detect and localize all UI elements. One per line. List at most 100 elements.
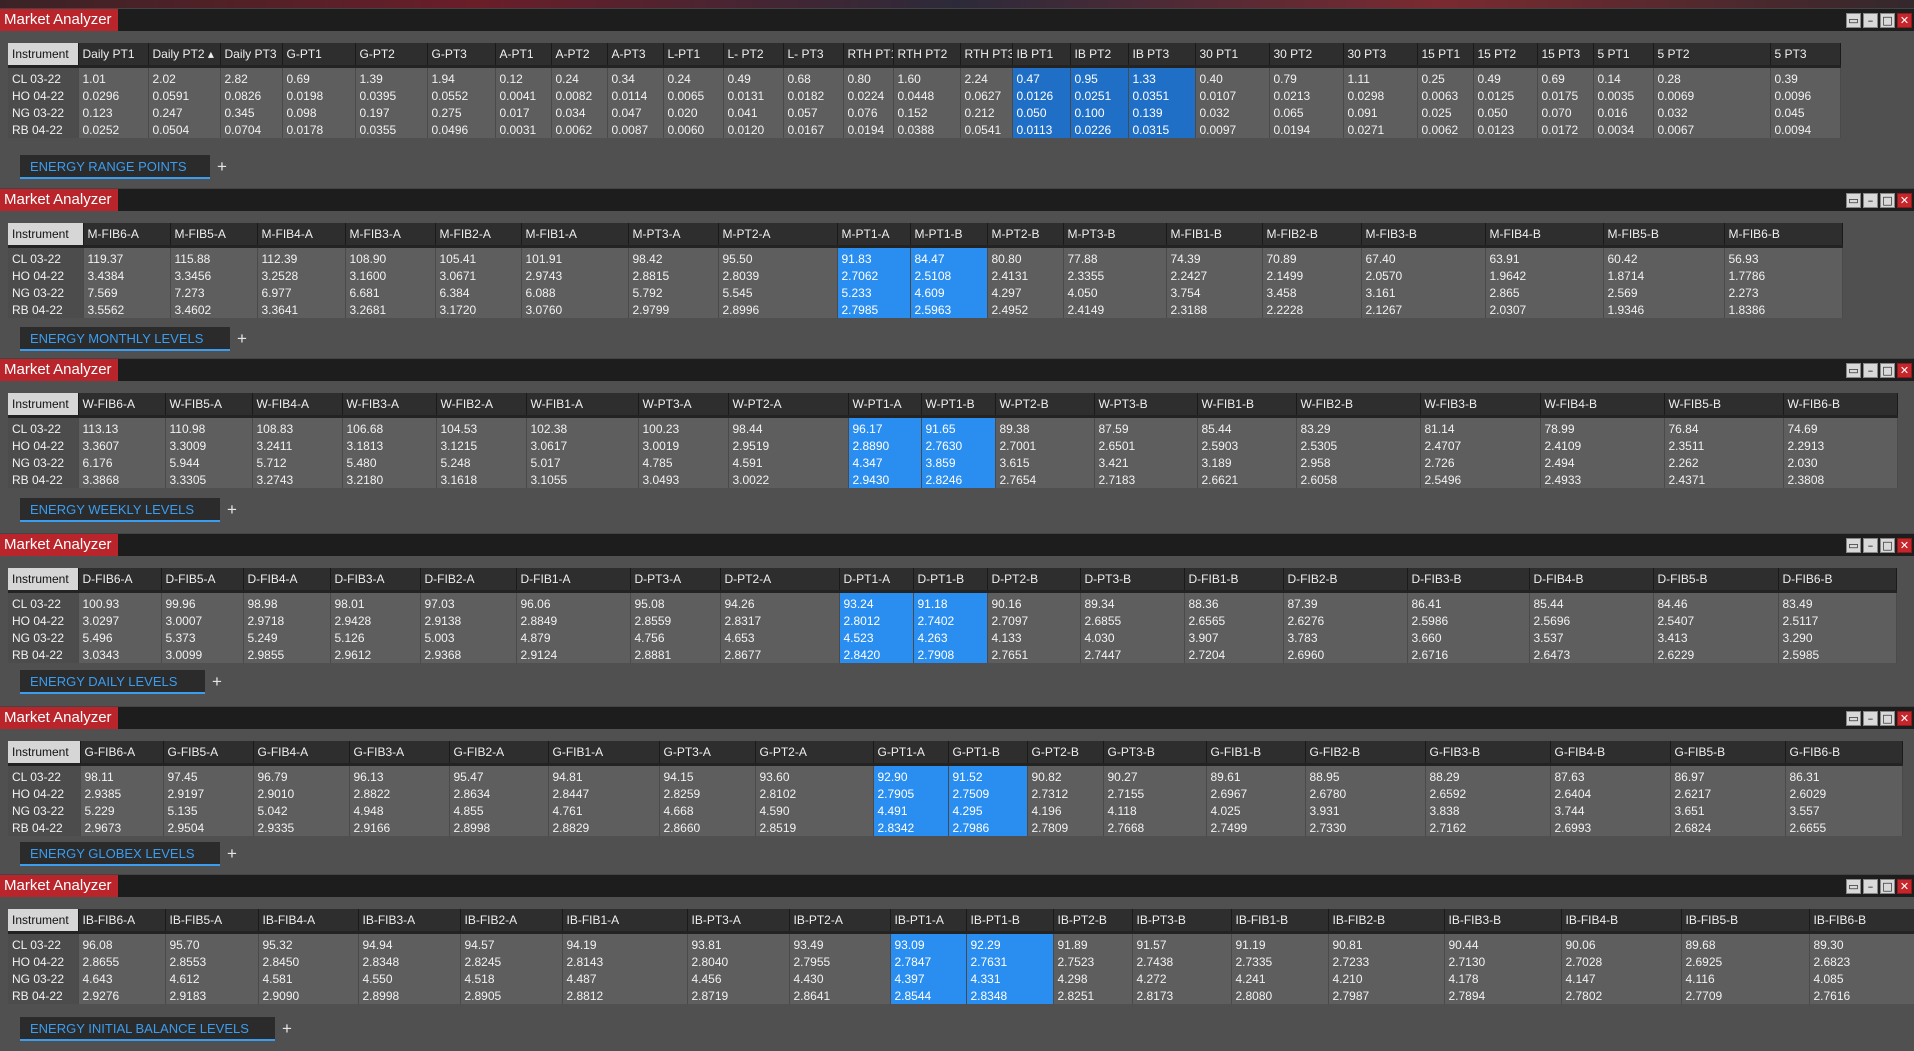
column-header[interactable]: M-FIB5-A	[170, 223, 258, 248]
column-header[interactable]: M-FIB6-B	[1724, 223, 1843, 248]
column-header[interactable]: M-PT1-A	[837, 223, 911, 248]
value-cell[interactable]: 0.057	[783, 104, 844, 121]
column-header[interactable]: D-PT3-B	[1080, 568, 1185, 593]
value-cell[interactable]: 4.550	[358, 970, 461, 987]
value-cell[interactable]: 90.44	[1444, 932, 1562, 953]
column-header[interactable]: G-PT1	[282, 43, 356, 68]
value-cell[interactable]: 3.1215	[436, 437, 527, 454]
value-cell[interactable]: 94.15	[659, 764, 756, 785]
value-cell[interactable]: 6.176	[78, 454, 166, 471]
instrument-cell[interactable]: NG 03-22	[8, 970, 79, 987]
value-cell[interactable]: 0.0178	[282, 121, 356, 138]
value-cell[interactable]: 0.016	[1593, 104, 1654, 121]
value-cell[interactable]: 0.0251	[1070, 87, 1129, 104]
column-header[interactable]: A-PT1	[495, 43, 552, 68]
value-cell[interactable]: 108.90	[345, 246, 436, 267]
window-title-bar[interactable]: Market Analyzer ▭ – □ ✕	[0, 188, 1914, 211]
value-cell[interactable]: 0.0087	[607, 121, 664, 138]
value-cell[interactable]: 4.295	[948, 802, 1028, 819]
column-header[interactable]: W-FIB5-A	[165, 393, 253, 418]
column-header[interactable]: L- PT3	[783, 43, 844, 68]
value-cell[interactable]: 2.6824	[1670, 819, 1786, 836]
value-cell[interactable]: 3.0297	[78, 612, 162, 629]
value-cell[interactable]: 2.3511	[1664, 437, 1784, 454]
value-cell[interactable]: 93.81	[687, 932, 790, 953]
value-cell[interactable]: 0.0271	[1343, 121, 1418, 138]
instrument-cell[interactable]: NG 03-22	[8, 454, 79, 471]
value-cell[interactable]: 3.744	[1550, 802, 1671, 819]
value-cell[interactable]: 2.9166	[349, 819, 450, 836]
value-cell[interactable]: 2.6960	[1283, 646, 1408, 663]
value-cell[interactable]: 2.8102	[755, 785, 874, 802]
value-cell[interactable]: 2.8342	[873, 819, 949, 836]
value-cell[interactable]: 85.44	[1529, 591, 1654, 612]
value-cell[interactable]: 2.9855	[243, 646, 331, 663]
value-cell[interactable]: 2.7955	[789, 953, 891, 970]
value-cell[interactable]: 2.9090	[258, 987, 359, 1004]
value-cell[interactable]: 0.40	[1195, 66, 1270, 87]
column-header[interactable]: IB-FIB5-A	[165, 909, 259, 934]
value-cell[interactable]: 94.94	[358, 932, 461, 953]
value-cell[interactable]: 0.0175	[1537, 87, 1594, 104]
value-cell[interactable]: 89.68	[1681, 932, 1810, 953]
value-cell[interactable]: 2.7631	[966, 953, 1054, 970]
column-header[interactable]: 30 PT2	[1269, 43, 1344, 68]
table-row[interactable]: NG 03-22 4.643 4.612 4.581 4.550 4.518 4.487 4.…	[8, 970, 1914, 987]
column-header[interactable]: G-FIB1-B	[1206, 741, 1306, 766]
value-cell[interactable]: 86.31	[1785, 764, 1903, 785]
close-icon[interactable]: ✕	[1897, 13, 1912, 28]
value-cell[interactable]: 2.7987	[1328, 987, 1445, 1004]
column-header[interactable]: W-FIB4-B	[1540, 393, 1665, 418]
value-cell[interactable]: 2.8519	[755, 819, 874, 836]
value-cell[interactable]: 4.297	[987, 284, 1064, 301]
column-header[interactable]: W-FIB1-B	[1197, 393, 1297, 418]
value-cell[interactable]: 2.569	[1603, 284, 1725, 301]
value-cell[interactable]: 2.5108	[910, 267, 988, 284]
value-cell[interactable]: 2.9430	[848, 471, 922, 488]
column-header[interactable]: IB PT3	[1128, 43, 1196, 68]
value-cell[interactable]: 0.49	[723, 66, 784, 87]
value-cell[interactable]: 115.88	[170, 246, 258, 267]
value-cell[interactable]: 4.491	[873, 802, 949, 819]
value-cell[interactable]: 5.248	[436, 454, 527, 471]
value-cell[interactable]: 0.79	[1269, 66, 1344, 87]
value-cell[interactable]: 85.44	[1197, 416, 1297, 437]
value-cell[interactable]: 2.7654	[995, 471, 1095, 488]
value-cell[interactable]: 93.09	[890, 932, 967, 953]
column-header[interactable]: M-FIB5-B	[1603, 223, 1725, 248]
value-cell[interactable]: 2.7809	[1027, 819, 1104, 836]
value-cell[interactable]: 2.6276	[1283, 612, 1408, 629]
column-header[interactable]: IB-FIB4-A	[258, 909, 359, 934]
value-cell[interactable]: 3.2528	[257, 267, 346, 284]
column-header[interactable]: IB-FIB3-A	[358, 909, 461, 934]
value-cell[interactable]: 2.8660	[659, 819, 756, 836]
value-cell[interactable]: 2.8251	[1053, 987, 1133, 1004]
value-cell[interactable]: 88.29	[1425, 764, 1551, 785]
column-header[interactable]: G-FIB4-B	[1550, 741, 1671, 766]
value-cell[interactable]: 2.6473	[1529, 646, 1654, 663]
value-cell[interactable]: 0.95	[1070, 66, 1129, 87]
value-cell[interactable]: 3.421	[1094, 454, 1198, 471]
value-cell[interactable]: 3.537	[1529, 629, 1654, 646]
value-cell[interactable]: 4.879	[516, 629, 631, 646]
value-cell[interactable]: 0.0126	[1012, 87, 1071, 104]
column-header[interactable]: M-FIB1-A	[521, 223, 629, 248]
column-header[interactable]: IB-FIB3-B	[1444, 909, 1562, 934]
instrument-cell[interactable]: CL 03-22	[8, 764, 81, 785]
restore-icon[interactable]: ▭	[1846, 363, 1861, 378]
value-cell[interactable]: 2.8829	[548, 819, 660, 836]
instrument-cell[interactable]: RB 04-22	[8, 819, 81, 836]
value-cell[interactable]: 110.98	[165, 416, 253, 437]
value-cell[interactable]: 113.13	[78, 416, 166, 437]
value-cell[interactable]: 89.34	[1080, 591, 1185, 612]
value-cell[interactable]: 0.28	[1653, 66, 1771, 87]
value-cell[interactable]: 2.3808	[1783, 471, 1898, 488]
instrument-cell[interactable]: RB 04-22	[8, 121, 79, 138]
value-cell[interactable]: 2.9504	[163, 819, 254, 836]
plus-icon[interactable]: +	[220, 498, 244, 522]
column-header[interactable]: A-PT3	[607, 43, 664, 68]
close-icon[interactable]: ✕	[1897, 538, 1912, 553]
minimize-icon[interactable]: –	[1863, 193, 1878, 208]
value-cell[interactable]: 2.6655	[1785, 819, 1903, 836]
value-cell[interactable]: 2.273	[1724, 284, 1843, 301]
